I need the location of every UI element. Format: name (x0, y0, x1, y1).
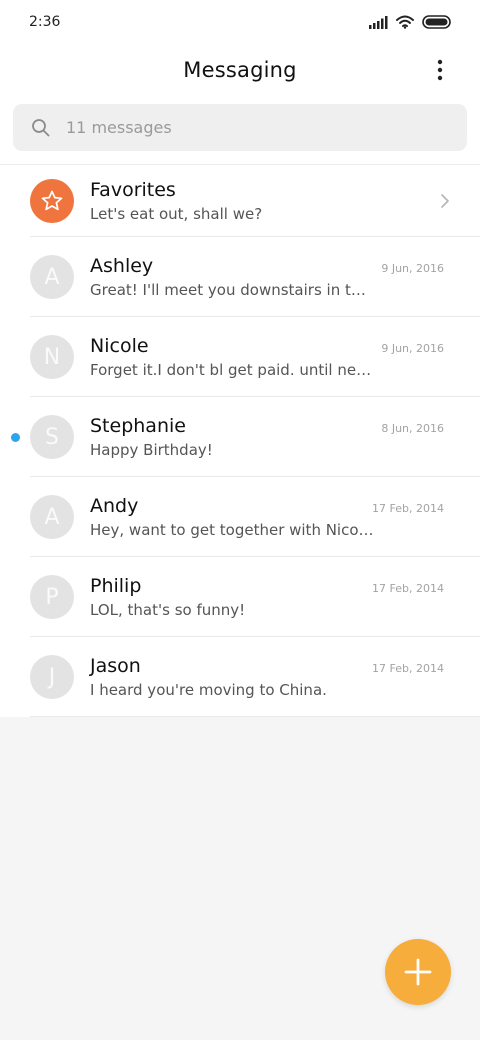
messaging-screen: 2:36 Messaging 11 messages Favorites Let… (0, 0, 480, 1040)
more-options-button[interactable] (426, 56, 454, 84)
contact-avatar: N (30, 335, 74, 379)
conversation-row[interactable]: P Philip 17 Feb, 2014 LOL, that's so fun… (0, 557, 480, 637)
conversation-list: Favorites Let's eat out, shall we? A Ash… (0, 164, 480, 717)
search-icon (32, 119, 50, 137)
message-preview: I heard you're moving to China. (90, 681, 327, 699)
new-message-button[interactable] (385, 939, 451, 1005)
signal-icon (369, 15, 388, 29)
conversation-row[interactable]: N Nicole 9 Jun, 2016 Forget it.I don't b… (0, 317, 480, 397)
page-title: Messaging (183, 58, 297, 82)
top-area: 2:36 Messaging 11 messages (0, 0, 480, 164)
status-bar: 2:36 (0, 0, 480, 44)
unread-indicator (11, 433, 20, 442)
favorites-row[interactable]: Favorites Let's eat out, shall we? (0, 165, 480, 237)
contact-avatar: A (30, 495, 74, 539)
message-date: 17 Feb, 2014 (372, 662, 444, 675)
app-header: Messaging (0, 44, 480, 96)
contact-avatar: S (30, 415, 74, 459)
status-time: 2:36 (29, 14, 61, 30)
message-date: 17 Feb, 2014 (372, 582, 444, 595)
contact-name: Nicole (90, 335, 149, 357)
search-container (0, 96, 480, 164)
message-date: 9 Jun, 2016 (381, 262, 444, 275)
favorites-avatar (30, 179, 74, 223)
favorites-texts: Favorites Let's eat out, shall we? (90, 179, 480, 223)
battery-icon (422, 15, 451, 29)
conversation-row[interactable]: A Andy 17 Feb, 2014 Hey, want to get tog… (0, 477, 480, 557)
message-date: 17 Feb, 2014 (372, 502, 444, 515)
message-preview: Hey, want to get together with Nico… (90, 521, 374, 539)
star-icon (41, 190, 63, 211)
message-preview: Great! I'll meet you downstairs in t… (90, 281, 366, 299)
conversation-texts: Jason 17 Feb, 2014 I heard you're moving… (90, 655, 480, 699)
message-date: 9 Jun, 2016 (381, 342, 444, 355)
contact-avatar: J (30, 655, 74, 699)
message-date: 8 Jun, 2016 (381, 422, 444, 435)
message-preview: Forget it.I don't bl get paid. until ne… (90, 361, 372, 379)
contact-name: Andy (90, 495, 139, 517)
conversation-row[interactable]: J Jason 17 Feb, 2014 I heard you're movi… (0, 637, 480, 717)
conversation-texts: Ashley 9 Jun, 2016 Great! I'll meet you … (90, 255, 480, 299)
contact-name: Jason (90, 655, 141, 677)
contact-name: Ashley (90, 255, 154, 277)
contact-avatar: A (30, 255, 74, 299)
contact-name: Philip (90, 575, 142, 597)
contact-name: Stephanie (90, 415, 186, 437)
favorites-preview: Let's eat out, shall we? (90, 205, 263, 223)
status-icons (369, 15, 452, 29)
search-input[interactable] (66, 118, 406, 137)
conversation-texts: Philip 17 Feb, 2014 LOL, that's so funny… (90, 575, 480, 619)
plus-icon (404, 958, 432, 986)
more-vertical-icon (437, 59, 443, 81)
wifi-icon (396, 15, 414, 29)
conversation-texts: Stephanie 8 Jun, 2016 Happy Birthday! (90, 415, 480, 459)
contact-avatar: P (30, 575, 74, 619)
conversation-texts: Nicole 9 Jun, 2016 Forget it.I don't bl … (90, 335, 480, 379)
message-preview: Happy Birthday! (90, 441, 213, 459)
chevron-right-icon (441, 194, 449, 208)
search-bar[interactable] (13, 104, 467, 151)
message-preview: LOL, that's so funny! (90, 601, 246, 619)
conversation-texts: Andy 17 Feb, 2014 Hey, want to get toget… (90, 495, 480, 539)
favorites-label: Favorites (90, 179, 176, 201)
conversation-row[interactable]: S Stephanie 8 Jun, 2016 Happy Birthday! (0, 397, 480, 477)
conversation-row[interactable]: A Ashley 9 Jun, 2016 Great! I'll meet yo… (0, 237, 480, 317)
